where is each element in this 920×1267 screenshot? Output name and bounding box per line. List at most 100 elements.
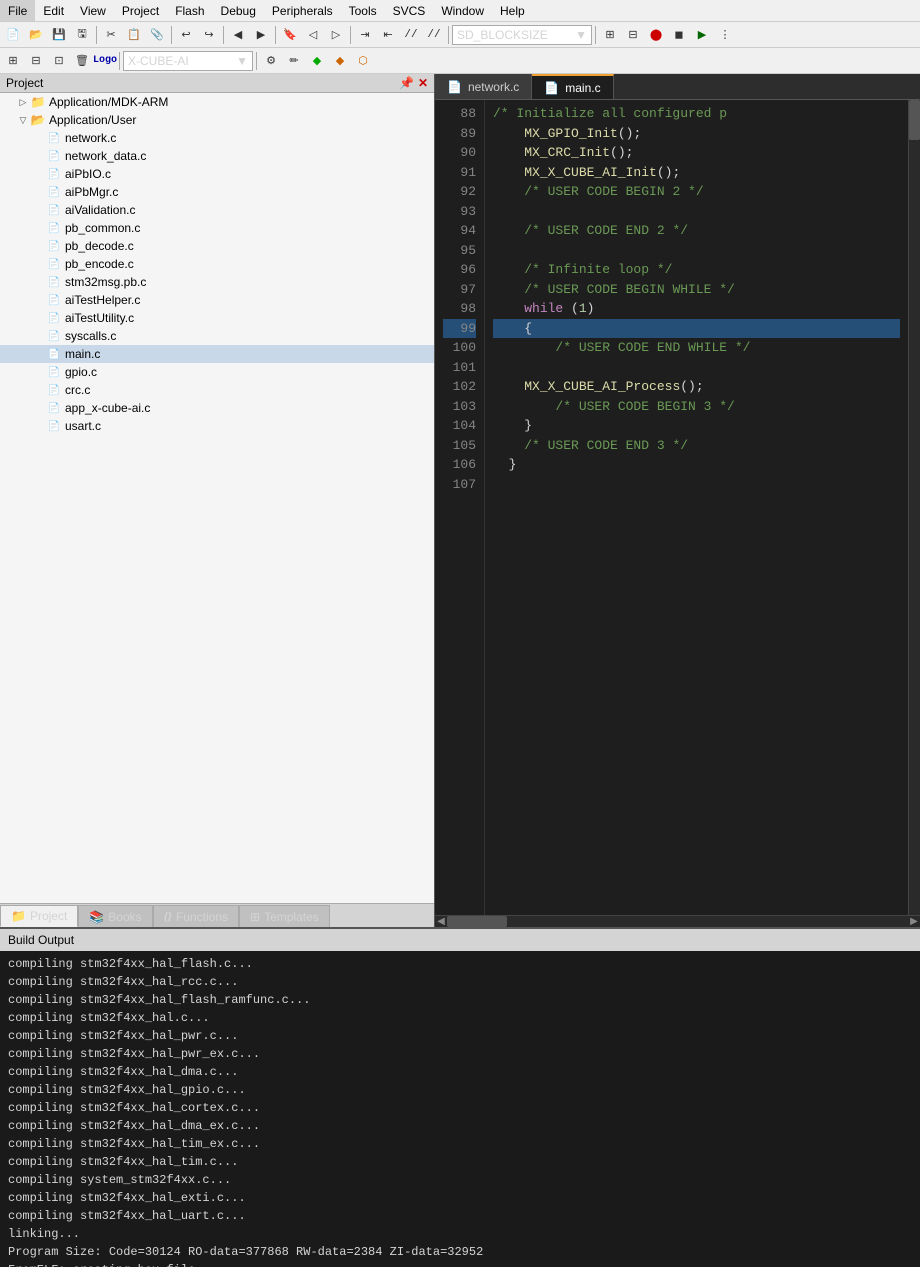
save-all-button[interactable]: 🖫	[71, 24, 93, 46]
menu-debug[interactable]: Debug	[213, 0, 264, 21]
tab-main-c[interactable]: 📄 main.c	[532, 74, 613, 99]
file-icon: 📄	[46, 310, 62, 326]
list-item[interactable]: 📄 stm32msg.pb.c	[0, 273, 434, 291]
tree-item-mdk-arm[interactable]: ▷ 📁 Application/MDK-ARM	[0, 93, 434, 111]
list-item[interactable]: 📄 aiPbIO.c	[0, 165, 434, 183]
list-item[interactable]: 📄 aiTestHelper.c	[0, 291, 434, 309]
line-num: 94	[443, 221, 476, 241]
menu-help[interactable]: Help	[492, 0, 533, 21]
more-button[interactable]: ⋮	[714, 24, 736, 46]
comment-button[interactable]: //	[400, 24, 422, 46]
diamond2-button[interactable]: ◆	[329, 50, 351, 72]
tab-network-c[interactable]: 📄 network.c	[435, 74, 532, 99]
code-line-93	[493, 202, 900, 222]
list-item[interactable]: 📄 usart.c	[0, 417, 434, 435]
indent-button[interactable]: ⇥	[354, 24, 376, 46]
paste-button[interactable]: 📎	[146, 24, 168, 46]
nav-fwd-button[interactable]: ▶	[250, 24, 272, 46]
list-item[interactable]: 📄 pb_encode.c	[0, 255, 434, 273]
tab-templates[interactable]: ⊞ Templates	[239, 905, 330, 927]
unindent-button[interactable]: ⇤	[377, 24, 399, 46]
copy-button[interactable]: 📋	[123, 24, 145, 46]
expander-mdk-arm[interactable]: ▷	[16, 97, 30, 108]
open-button[interactable]: 📂	[25, 24, 47, 46]
cube-button[interactable]: ⬡	[352, 50, 374, 72]
pin-icon[interactable]: 📌	[399, 76, 414, 90]
list-item[interactable]: 📄 gpio.c	[0, 363, 434, 381]
edit-button[interactable]: ✏	[283, 50, 305, 72]
bookmark-button[interactable]: 🔖	[279, 24, 301, 46]
tree-label: pb_encode.c	[65, 257, 134, 271]
separator-2	[171, 26, 172, 44]
cut-button[interactable]: ✂	[100, 24, 122, 46]
uncomment-button[interactable]: //	[423, 24, 445, 46]
list-item[interactable]: 📄 app_x-cube-ai.c	[0, 399, 434, 417]
bookmark-next-button[interactable]: ▷	[325, 24, 347, 46]
xcubeai-dropdown[interactable]: X-CUBE-AI ▼	[123, 51, 253, 71]
expander-app-user[interactable]: ▽	[16, 115, 30, 126]
batch-button[interactable]: ⊡	[48, 50, 70, 72]
tab-books[interactable]: 📚 Books	[78, 905, 152, 927]
file-icon: 📄	[46, 202, 62, 218]
diamond-button[interactable]: ◆	[306, 50, 328, 72]
hscroll-track[interactable]	[447, 916, 908, 927]
clean-button[interactable]: 🗑	[71, 50, 93, 72]
list-item[interactable]: 📄 aiValidation.c	[0, 201, 434, 219]
dropdown-arrow: ▼	[575, 28, 587, 42]
code-line-106: }	[493, 455, 900, 475]
list-item[interactable]: 📄 aiPbMgr.c	[0, 183, 434, 201]
rebuild2-button[interactable]: ⊟	[25, 50, 47, 72]
list-item[interactable]: 📄 pb_decode.c	[0, 237, 434, 255]
tool1-button[interactable]: ⊞	[599, 24, 621, 46]
logo-button[interactable]: Logo	[94, 50, 116, 72]
stop-button[interactable]: ◼	[668, 24, 690, 46]
tree-item-app-user[interactable]: ▽ 📂 Application/User	[0, 111, 434, 129]
sd-blocksize-dropdown[interactable]: SD_BLOCKSIZE ▼	[452, 25, 592, 45]
list-item[interactable]: 📄 crc.c	[0, 381, 434, 399]
build2-button[interactable]: ⊞	[2, 50, 24, 72]
tab-network-label: network.c	[468, 80, 519, 94]
config-button[interactable]: ⚙	[260, 50, 282, 72]
separator-9	[256, 52, 257, 70]
build-line: compiling stm32f4xx_hal_gpio.c...	[8, 1081, 912, 1099]
hscroll-thumb[interactable]	[447, 916, 507, 927]
tree-label: aiTestHelper.c	[65, 293, 140, 307]
menu-edit[interactable]: Edit	[35, 0, 72, 21]
list-item[interactable]: 📄 aiTestUtility.c	[0, 309, 434, 327]
file-icon: 📄	[46, 328, 62, 344]
menu-file[interactable]: File	[0, 0, 35, 21]
menu-project[interactable]: Project	[114, 0, 167, 21]
menu-view[interactable]: View	[72, 0, 114, 21]
scrollbar-thumb[interactable]	[909, 100, 920, 140]
build-line: compiling stm32f4xx_hal_tim_ex.c...	[8, 1135, 912, 1153]
menu-flash[interactable]: Flash	[167, 0, 212, 21]
tool2-button[interactable]: ⊟	[622, 24, 644, 46]
tab-functions[interactable]: {} Functions	[153, 905, 239, 927]
editor-scrollbar[interactable]	[908, 100, 920, 915]
editor-hscrollbar[interactable]: ◀ ▶	[435, 915, 920, 927]
menu-peripherals[interactable]: Peripherals	[264, 0, 341, 21]
menu-tools[interactable]: Tools	[341, 0, 385, 21]
nav-back-button[interactable]: ◀	[227, 24, 249, 46]
list-item[interactable]: 📄 pb_common.c	[0, 219, 434, 237]
list-item[interactable]: 📄 main.c	[0, 345, 434, 363]
code-editor[interactable]: /* Initialize all configured p MX_GPIO_I…	[485, 100, 908, 915]
debug-button[interactable]: ⬤	[645, 24, 667, 46]
toolbar-1: 📄 📂 💾 🖫 ✂ 📋 📎 ↩ ↪ ◀ ▶ 🔖 ◁ ▷ ⇥ ⇤ // // SD…	[0, 22, 920, 48]
run-button[interactable]: ▶	[691, 24, 713, 46]
scroll-left-btn[interactable]: ◀	[435, 916, 447, 927]
close-panel-icon[interactable]: ✕	[418, 76, 428, 90]
menu-svcs[interactable]: SVCS	[385, 0, 434, 21]
menu-window[interactable]: Window	[433, 0, 492, 21]
bookmark-prev-button[interactable]: ◁	[302, 24, 324, 46]
save-button[interactable]: 💾	[48, 24, 70, 46]
list-item[interactable]: 📄 network_data.c	[0, 147, 434, 165]
new-button[interactable]: 📄	[2, 24, 24, 46]
file-icon: 📄	[46, 184, 62, 200]
list-item[interactable]: 📄 syscalls.c	[0, 327, 434, 345]
tab-project[interactable]: 📁 Project	[0, 905, 78, 927]
scroll-right-btn[interactable]: ▶	[908, 916, 920, 927]
list-item[interactable]: 📄 network.c	[0, 129, 434, 147]
redo-button[interactable]: ↪	[198, 24, 220, 46]
undo-button[interactable]: ↩	[175, 24, 197, 46]
